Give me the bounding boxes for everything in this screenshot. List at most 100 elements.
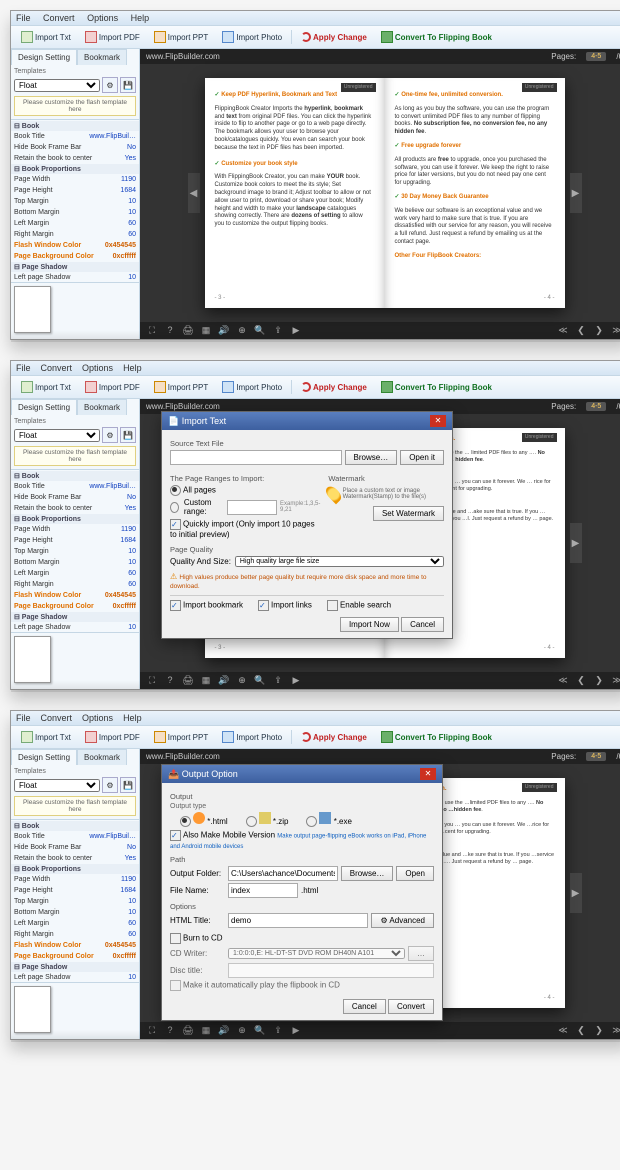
tree-section[interactable]: ⊟ Page Shadow [11,612,139,622]
tree-row[interactable]: Page Height1684 [11,535,139,546]
template-save-button[interactable]: 💾 [120,77,136,93]
zoom-icon[interactable]: ⊕ [236,325,248,336]
import-ppt-button[interactable]: Import PPT [149,729,213,745]
tree-section[interactable]: ⊟ Book [11,471,139,481]
browse-button[interactable]: Browse… [341,866,394,881]
import-ppt-button[interactable]: Import PPT [149,29,213,45]
tree-row[interactable]: Retain the book to centerYes [11,853,139,864]
tree-row[interactable]: Left page Shadow10 [11,622,139,632]
prev-page-icon[interactable]: ❮ [575,325,587,336]
import-ppt-button[interactable]: Import PPT [149,379,213,395]
apply-change-button[interactable]: Apply Change [296,730,372,744]
tree-row[interactable]: Right Margin60 [11,229,139,240]
close-icon[interactable]: ✕ [430,415,446,427]
import-photo-button[interactable]: Import Photo [217,29,287,45]
tab-design-setting[interactable]: Design Setting [11,49,77,65]
tree-row[interactable]: Page Background Color0xcfffff [11,951,139,962]
search-icon[interactable]: 🔍 [254,325,266,336]
next-page-edge[interactable]: ▶ [570,173,582,213]
browse-button[interactable]: Browse… [345,450,398,465]
tree-row[interactable]: Left Margin60 [11,218,139,229]
custom-range-input[interactable] [227,500,277,515]
zip-radio[interactable] [246,816,257,827]
tree-row[interactable]: Page Width1190 [11,174,139,185]
menu-help[interactable]: Help [131,13,150,23]
import-pdf-button[interactable]: Import PDF [80,29,145,45]
tree-row[interactable]: Left Margin60 [11,918,139,929]
prev-page-edge[interactable]: ◀ [188,173,200,213]
tree-row[interactable]: Flash Window Color0x454545 [11,240,139,251]
page-number-display[interactable]: 4-5 [586,52,606,61]
first-page-icon[interactable]: ≪ [557,325,569,336]
tree-row[interactable]: Page Height1684 [11,885,139,896]
property-tree[interactable]: ⊟ BookBook Titlewww.FlipBuil…Hide Book F… [11,119,139,282]
tree-row[interactable]: Retain the book to centerYes [11,153,139,164]
output-folder-input[interactable] [228,866,338,881]
enable-search-checkbox[interactable] [327,600,338,611]
burn-cd-checkbox[interactable] [170,933,181,944]
tree-section[interactable]: ⊟ Book Proportions [11,864,139,874]
menu-convert[interactable]: Convert [43,13,75,23]
menu-options[interactable]: Options [87,13,118,23]
quality-select[interactable]: High quality large file size [235,556,444,567]
convert-book-button[interactable]: Convert To Flipping Book [376,29,497,45]
import-txt-button[interactable]: Import Txt [16,29,76,45]
import-photo-button[interactable]: Import Photo [217,729,287,745]
quick-import-checkbox[interactable] [170,519,181,530]
tree-row[interactable]: Right Margin60 [11,579,139,590]
tree-section[interactable]: ⊟ Page Shadow [11,962,139,972]
tree-row[interactable]: Left Margin60 [11,568,139,579]
help-icon[interactable]: ? [164,325,176,336]
cancel-button[interactable]: Cancel [401,617,444,632]
book-left-page[interactable]: Unregistered ✓ Keep PDF Hyperlink, Bookm… [205,78,385,308]
tree-row[interactable]: Page Height1684 [11,185,139,196]
last-page-icon[interactable]: ≫ [611,325,620,336]
tree-row[interactable]: Flash Window Color0x454545 [11,940,139,951]
close-icon[interactable]: ✕ [420,768,436,780]
apply-change-button[interactable]: Apply Change [296,380,372,394]
tree-row[interactable]: Flash Window Color0x454545 [11,590,139,601]
page-thumbnail[interactable] [14,286,51,333]
all-pages-radio[interactable] [170,485,181,496]
import-photo-button[interactable]: Import Photo [217,379,287,395]
tree-row[interactable]: Bottom Margin10 [11,557,139,568]
convert-button[interactable]: Convert [388,999,434,1014]
tree-row[interactable]: Book Titlewww.FlipBuil… [11,131,139,142]
tree-row[interactable]: Page Background Color0xcfffff [11,251,139,262]
tree-row[interactable]: Retain the book to centerYes [11,503,139,514]
html-title-input[interactable] [228,913,368,928]
tree-row[interactable]: Hide Book Frame BarNo [11,142,139,153]
thumbnails-icon[interactable]: ▦ [200,325,212,336]
print-icon[interactable]: 🖨 [182,325,194,336]
import-pdf-button[interactable]: Import PDF [80,379,145,395]
apply-change-button[interactable]: Apply Change [296,30,372,44]
template-add-button[interactable]: ⚙ [102,77,118,93]
next-page-icon[interactable]: ❯ [593,325,605,336]
import-txt-button[interactable]: Import Txt [16,729,76,745]
tree-row[interactable]: Bottom Margin10 [11,907,139,918]
file-name-input[interactable] [228,883,298,898]
fullscreen-icon[interactable]: ⛶ [146,325,158,336]
import-pdf-button[interactable]: Import PDF [80,729,145,745]
mobile-checkbox[interactable] [170,830,181,841]
open-button[interactable]: Open [396,866,434,881]
tree-row[interactable]: Bottom Margin10 [11,207,139,218]
tree-row[interactable]: Hide Book Frame BarNo [11,842,139,853]
tree-section[interactable]: ⊟ Page Shadow [11,262,139,272]
tree-row[interactable]: Page Background Color0xcfffff [11,601,139,612]
import-txt-button[interactable]: Import Txt [16,379,76,395]
tree-row[interactable]: Page Width1190 [11,874,139,885]
tree-row[interactable]: Hide Book Frame BarNo [11,492,139,503]
share-icon[interactable]: ⇪ [272,325,284,336]
tree-row[interactable]: Book Titlewww.FlipBuil… [11,481,139,492]
set-watermark-button[interactable]: Set Watermark [373,506,444,521]
import-bookmark-checkbox[interactable] [170,600,181,611]
template-select[interactable]: Float [14,79,100,92]
cancel-button[interactable]: Cancel [343,999,386,1014]
tree-row[interactable]: Book Titlewww.FlipBuil… [11,831,139,842]
tree-row[interactable]: Page Width1190 [11,524,139,535]
html-radio[interactable] [180,816,191,827]
convert-book-button[interactable]: Convert To Flipping Book [376,729,497,745]
tree-section[interactable]: ⊟ Book [11,121,139,131]
tree-row[interactable]: Right Margin60 [11,929,139,940]
